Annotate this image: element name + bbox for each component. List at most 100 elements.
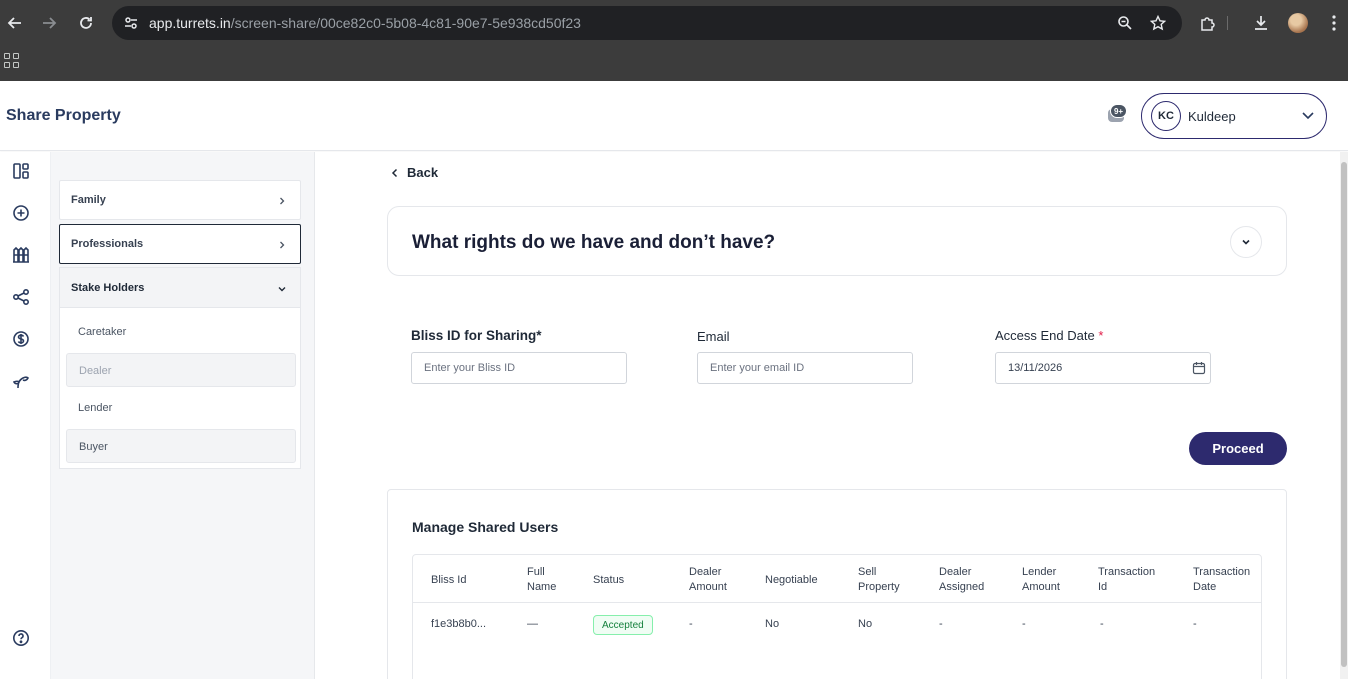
more-menu-icon[interactable] — [1323, 12, 1345, 34]
user-menu[interactable]: KC Kuldeep — [1141, 93, 1327, 139]
chevron-down-icon — [276, 282, 288, 294]
cell-transaction-date: - — [1193, 618, 1197, 630]
properties-icon[interactable] — [11, 245, 31, 265]
table-header: Bliss Id Full Name Status Dealer Amount Ne… — [413, 555, 1261, 603]
chevron-left-icon — [391, 168, 398, 177]
user-name: Kuldeep — [1188, 109, 1236, 124]
cell-lender-amount: - — [1022, 618, 1026, 630]
chevron-right-icon — [276, 194, 288, 206]
plant-icon[interactable] — [11, 371, 31, 391]
user-avatar: KC — [1151, 101, 1181, 131]
column-header: Transaction Date — [1193, 565, 1250, 595]
browser-chrome: app.turrets.in/screen-share/00ce82c0-5b0… — [0, 0, 1348, 81]
dollar-icon[interactable] — [11, 329, 31, 349]
stake-holders-group: Stake Holders Caretaker Dealer Lender Bu… — [59, 267, 301, 469]
address-bar[interactable]: app.turrets.in/screen-share/00ce82c0-5b0… — [112, 6, 1182, 40]
sub-item-buyer[interactable]: Buyer — [66, 429, 296, 463]
manage-shared-users-card: Manage Shared Users Bliss Id Full Name St… — [387, 489, 1287, 679]
calendar-icon[interactable] — [1192, 361, 1206, 375]
required-asterisk: * — [1098, 328, 1104, 343]
column-header-text: Property — [858, 581, 900, 593]
column-header: Transaction Id — [1098, 565, 1155, 595]
column-header: Negotiable — [765, 573, 818, 588]
browser-toolbar: app.turrets.in/screen-share/00ce82c0-5b0… — [0, 0, 1348, 46]
chevron-down-icon — [1242, 239, 1250, 245]
category-family[interactable]: Family — [59, 180, 301, 220]
help-icon[interactable] — [11, 628, 31, 648]
sub-item-label: Lender — [78, 402, 113, 414]
toolbar-divider — [1227, 16, 1228, 30]
email-input[interactable] — [697, 352, 913, 384]
dashboard-icon[interactable] — [11, 161, 31, 181]
access-end-date-text: Access End Date — [995, 328, 1095, 343]
bookmark-star-icon[interactable] — [1149, 14, 1167, 32]
zoom-icon[interactable] — [1116, 14, 1134, 32]
column-header-text: Transaction — [1098, 566, 1156, 578]
column-header: Bliss Id — [431, 573, 466, 588]
access-end-date-input[interactable] — [995, 352, 1211, 384]
email-label: Email — [697, 329, 730, 344]
rights-title: What rights do we have and don’t have? — [412, 232, 776, 253]
extensions-icon[interactable] — [1197, 12, 1219, 34]
url-path: /screen-share/00ce82c0-5b08-4c81-90e7-5e… — [230, 15, 581, 31]
column-header-text: Negotiable — [765, 574, 818, 586]
cell-full-name: — — [527, 618, 538, 630]
column-header-text: Full — [527, 566, 545, 578]
column-header-text: Dealer — [689, 566, 722, 578]
site-info-icon[interactable] — [122, 14, 140, 32]
cell-negotiable: No — [765, 618, 780, 630]
reload-icon[interactable] — [74, 11, 98, 35]
sub-item-label: Buyer — [79, 441, 108, 453]
manage-shared-users-title: Manage Shared Users — [412, 519, 559, 535]
forward-arrow-icon[interactable] — [37, 11, 61, 35]
column-header-text: Lender — [1022, 566, 1057, 578]
bliss-id-input[interactable] — [411, 352, 627, 384]
notification-button[interactable]: 9+ — [1106, 104, 1128, 126]
column-header-text: Sell — [858, 566, 877, 578]
column-header: Dealer Amount — [689, 565, 727, 595]
page-title: Share Property — [6, 107, 121, 124]
column-header-text: Bliss Id — [431, 574, 467, 586]
access-end-date-label: Access End Date * — [995, 328, 1103, 343]
column-header: Dealer Assigned — [939, 565, 984, 595]
category-family-label: Family — [71, 194, 106, 206]
category-professionals[interactable]: Professionals — [59, 224, 301, 264]
column-header-text: Amount — [689, 581, 727, 593]
cell-dealer-assigned: - — [939, 618, 943, 630]
page-scrollbar[interactable] — [1340, 152, 1348, 679]
cell-sell-property: No — [858, 618, 873, 630]
add-circle-icon[interactable] — [11, 203, 31, 223]
sub-item-dealer[interactable]: Dealer — [66, 353, 296, 387]
app-header: Share Property 9+ KC Kuldeep — [0, 81, 1348, 151]
profile-avatar[interactable] — [1288, 13, 1308, 33]
column-header: Status — [593, 573, 624, 588]
sub-item-label: Caretaker — [78, 326, 127, 338]
back-arrow-icon[interactable] — [3, 11, 27, 35]
shared-users-table: Bliss Id Full Name Status Dealer Amount Ne… — [412, 554, 1262, 679]
cell-dealer-amount: - — [689, 618, 693, 630]
status-badge: Accepted — [593, 615, 653, 635]
share-icon[interactable] — [11, 287, 31, 307]
icon-rail — [0, 152, 51, 679]
column-header-text: Date — [1193, 581, 1217, 593]
notification-badge: 9+ — [1110, 104, 1127, 118]
sub-item-lender[interactable]: Lender — [66, 391, 296, 425]
sub-item-label: Dealer — [79, 365, 112, 377]
cell-bliss-id: f1e3b8b0... — [431, 618, 487, 630]
url-text: app.turrets.in/screen-share/00ce82c0-5b0… — [149, 15, 581, 31]
download-icon[interactable] — [1250, 12, 1272, 34]
back-link[interactable]: Back — [390, 165, 438, 180]
rights-accordion[interactable]: What rights do we have and don’t have? — [387, 206, 1287, 276]
column-header-text: Status — [593, 574, 625, 586]
category-panel: Family Professionals Stake Holders Caret… — [51, 152, 315, 679]
category-stake-holders[interactable]: Stake Holders — [60, 268, 300, 308]
proceed-button[interactable]: Proceed — [1189, 432, 1287, 465]
expand-button[interactable] — [1230, 226, 1262, 258]
apps-grid-icon[interactable] — [4, 53, 19, 68]
column-header-text: Transaction — [1193, 566, 1251, 578]
main-content: Back What rights do we have and don’t ha… — [315, 152, 1340, 679]
cell-transaction-id: - — [1100, 618, 1104, 630]
scrollbar-thumb[interactable] — [1341, 162, 1347, 667]
sub-item-caretaker[interactable]: Caretaker — [66, 315, 296, 349]
chevron-right-icon — [276, 238, 288, 250]
